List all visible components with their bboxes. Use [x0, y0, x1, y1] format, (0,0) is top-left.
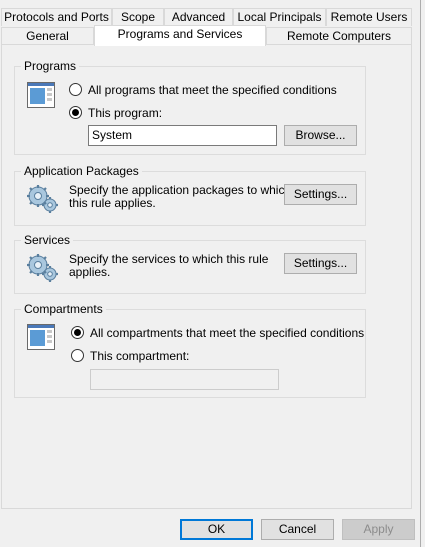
gears-icon — [27, 254, 58, 282]
compartments-this-label[interactable]: This compartment: — [90, 349, 189, 364]
programs-this-radio[interactable] — [69, 106, 82, 119]
gears-icon — [27, 185, 58, 213]
browse-button[interactable]: Browse... — [284, 125, 357, 146]
application-packages-description-line2: this rule applies. — [69, 196, 156, 210]
programs-this-label[interactable]: This program: — [88, 106, 162, 121]
tab-scope[interactable]: Scope — [112, 8, 164, 26]
application-packages-settings-button[interactable]: Settings... — [284, 184, 357, 205]
compartments-this-radio[interactable] — [71, 349, 84, 362]
compartments-title: Compartments — [21, 302, 106, 317]
services-title: Services — [21, 233, 74, 248]
tab-advanced[interactable]: Advanced — [164, 8, 233, 26]
services-settings-button[interactable]: Settings... — [284, 253, 357, 274]
programs-all-radio[interactable] — [69, 83, 82, 96]
tab-remote-computers[interactable]: Remote Computers — [266, 27, 412, 45]
window-edge — [420, 0, 421, 547]
compartment-window-icon — [27, 324, 55, 350]
compartments-all-label[interactable]: All compartments that meet the specified… — [90, 326, 364, 341]
compartment-input[interactable] — [90, 369, 279, 390]
program-path-input[interactable]: System — [88, 125, 277, 146]
programs-all-label[interactable]: All programs that meet the specified con… — [88, 83, 337, 98]
application-packages-title: Application Packages — [21, 164, 142, 179]
program-window-icon — [27, 82, 55, 108]
tab-remote-users[interactable]: Remote Users — [326, 8, 412, 26]
tab-programs-and-services[interactable]: Programs and Services — [94, 25, 266, 46]
programs-group-title: Programs — [21, 59, 80, 74]
tab-protocols-and-ports[interactable]: Protocols and Ports — [1, 8, 112, 26]
compartments-all-radio[interactable] — [71, 326, 84, 339]
apply-button[interactable]: Apply — [342, 519, 415, 540]
tab-general[interactable]: General — [1, 27, 94, 45]
ok-button[interactable]: OK — [180, 519, 253, 540]
tab-local-principals[interactable]: Local Principals — [233, 8, 326, 26]
cancel-button[interactable]: Cancel — [261, 519, 334, 540]
services-description-line2: applies. — [69, 265, 111, 279]
